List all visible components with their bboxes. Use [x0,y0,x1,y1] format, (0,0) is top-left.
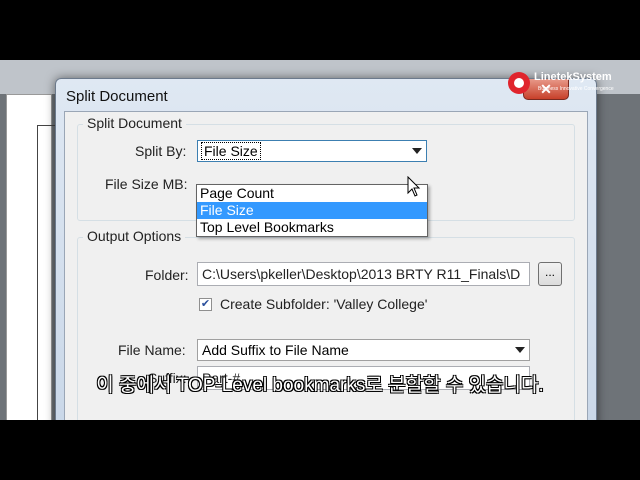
folder-input[interactable]: C:\Users\pkeller\Desktop\2013 BRTY R11_F… [197,262,530,286]
file-name-select[interactable]: Add Suffix to File Name [197,339,530,361]
browse-button[interactable]: ... [538,262,562,286]
company-logo: LinetekSystem Business Innovative Conver… [508,68,638,102]
create-subfolder-label: Create Subfolder: 'Valley College' [220,296,428,312]
create-subfolder-checkbox[interactable]: ✔ [199,298,212,311]
video-subtitle: 이 중에서 TOP-Level bookmarks로 분할할 수 있습니다. [96,375,544,396]
folder-label: Folder: [145,267,189,283]
split-by-dropdown-list: Page Count File Size Top Level Bookmarks [196,184,428,237]
mouse-pointer-icon [407,176,421,197]
file-name-label: File Name: [118,342,186,358]
logo-name: LinetekSystem [534,71,612,83]
split-by-select[interactable]: File Size [197,140,427,162]
split-document-dialog: Split Document ✕ Split Document Split By… [55,78,597,420]
dropdown-option-top-level-bookmarks[interactable]: Top Level Bookmarks [197,219,427,236]
logo-mark-icon [508,72,530,94]
check-icon: ✔ [200,298,211,310]
logo-tagline: Business Innovative Convergence [538,86,614,92]
split-document-group-title: Split Document [83,115,186,131]
chevron-down-icon [515,347,525,353]
file-size-label: File Size MB: [105,176,188,192]
split-by-label: Split By: [135,143,187,159]
dropdown-option-file-size[interactable]: File Size [197,202,427,219]
split-by-value: File Size [201,142,261,160]
video-frame: Split Document ✕ Split Document Split By… [0,60,640,420]
dropdown-option-page-count[interactable]: Page Count [197,185,427,202]
chevron-down-icon [412,148,422,154]
dialog-title: Split Document [66,88,168,105]
output-options-group-title: Output Options [83,228,186,244]
file-name-value: Add Suffix to File Name [202,342,349,358]
